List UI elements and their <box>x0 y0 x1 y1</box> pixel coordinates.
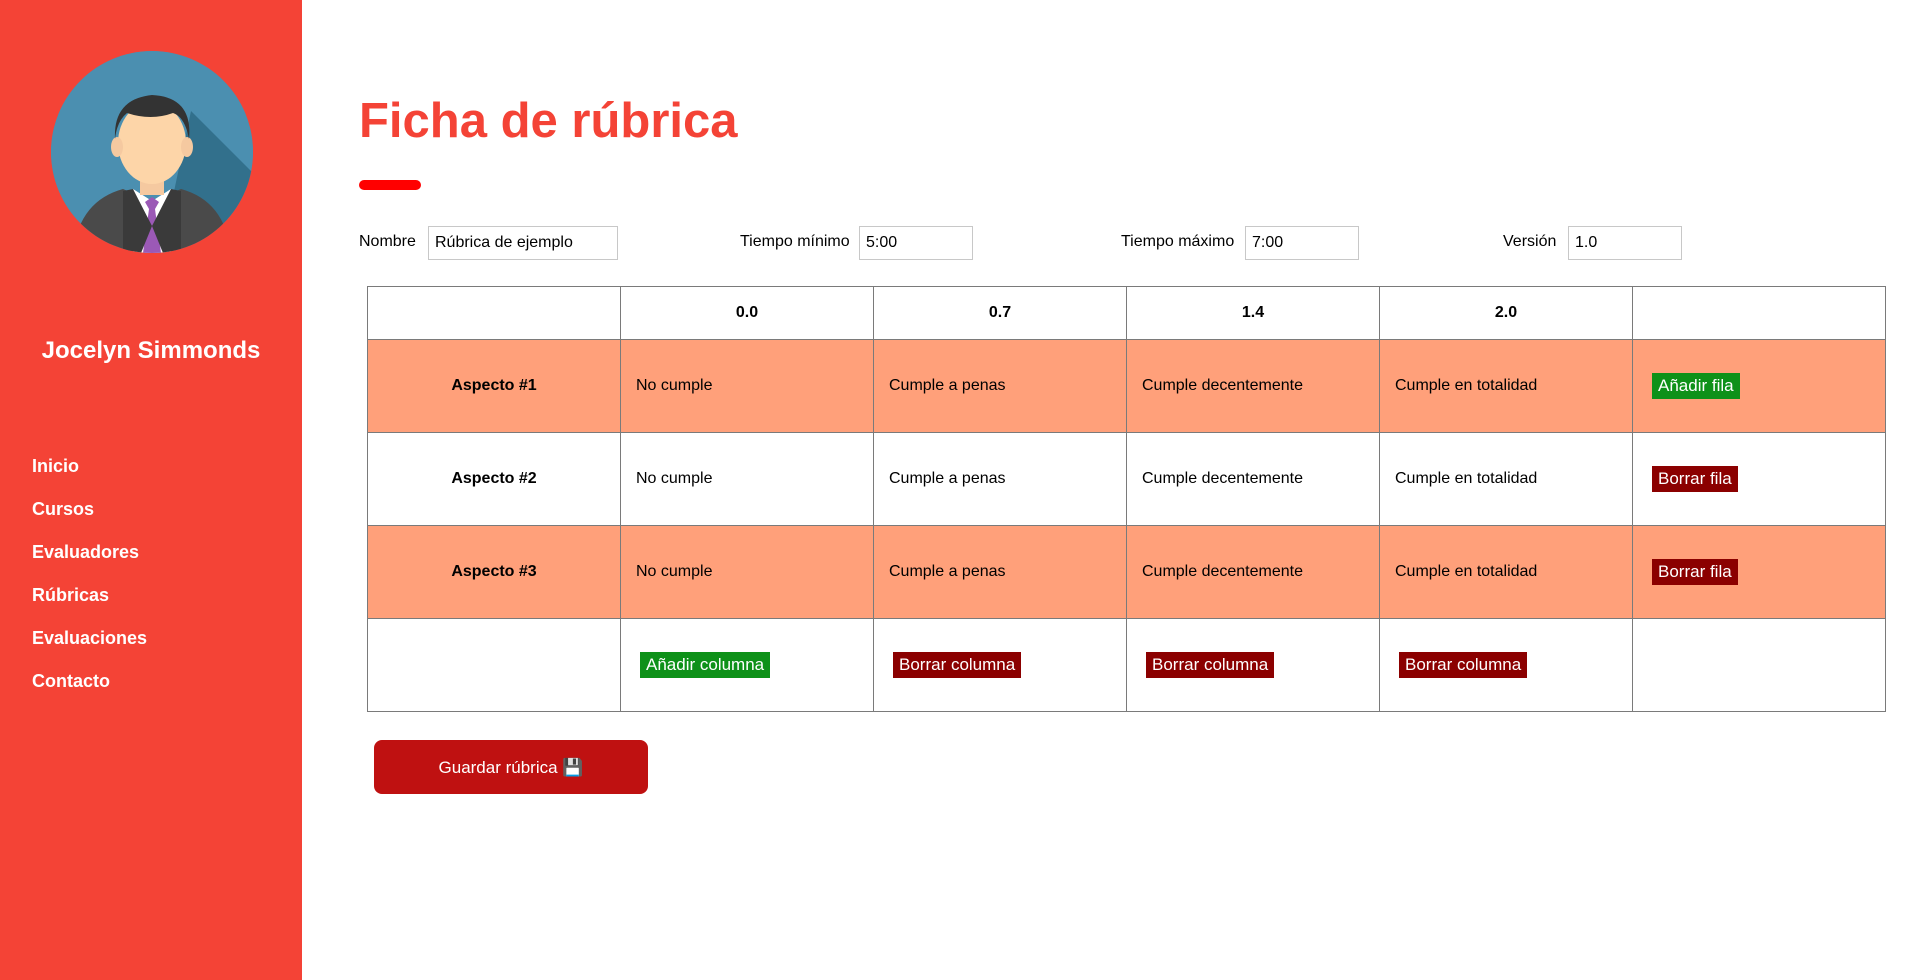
level-header[interactable]: 2.0 <box>1379 286 1633 340</box>
tiempo-maximo-label: Tiempo máximo <box>1121 233 1235 250</box>
title-underline <box>359 180 421 190</box>
criterion-cell[interactable]: Cumple en totalidad <box>1379 432 1633 526</box>
criterion-cell[interactable]: No cumple <box>620 339 874 433</box>
level-header[interactable]: 0.7 <box>873 286 1127 340</box>
header-empty-cell <box>367 286 621 340</box>
sidebar-nav: Inicio Cursos Evaluadores Rúbricas Evalu… <box>32 452 147 710</box>
tiempo-minimo-input[interactable] <box>859 226 973 260</box>
rubric-row: Aspecto #1 No cumple Cumple a penas Cump… <box>367 339 1886 433</box>
criterion-cell[interactable]: No cumple <box>620 432 874 526</box>
user-name: Jocelyn Simmonds <box>41 337 261 364</box>
aspect-cell[interactable]: Aspecto #2 <box>367 432 621 526</box>
column-action-cell: Borrar columna <box>1379 618 1633 712</box>
criterion-cell[interactable]: Cumple en totalidad <box>1379 339 1633 433</box>
footer-empty-cell <box>1632 618 1886 712</box>
rubric-row: Aspecto #3 No cumple Cumple a penas Cump… <box>367 525 1886 619</box>
nav-item-cursos[interactable]: Cursos <box>32 495 147 538</box>
businessman-avatar-icon <box>51 51 253 253</box>
rubric-table: 0.0 0.7 1.4 2.0 Aspecto #1 No cumple Cum… <box>367 286 1886 712</box>
save-rubric-button[interactable]: Guardar rúbrica 💾 <box>374 740 648 794</box>
criterion-cell[interactable]: Cumple decentemente <box>1126 525 1380 619</box>
footer-empty-cell <box>367 618 621 712</box>
nav-item-rubricas[interactable]: Rúbricas <box>32 581 147 624</box>
criterion-cell[interactable]: Cumple decentemente <box>1126 432 1380 526</box>
nav-item-inicio[interactable]: Inicio <box>32 452 147 495</box>
rubric-header-row: 0.0 0.7 1.4 2.0 <box>367 286 1886 340</box>
avatar <box>51 51 253 253</box>
delete-row-button[interactable]: Borrar fila <box>1652 466 1738 492</box>
criterion-cell[interactable]: Cumple en totalidad <box>1379 525 1633 619</box>
delete-column-button[interactable]: Borrar columna <box>1399 652 1528 678</box>
criterion-cell[interactable]: Cumple a penas <box>873 525 1127 619</box>
level-header[interactable]: 1.4 <box>1126 286 1380 340</box>
row-action-cell: Añadir fila <box>1632 339 1886 433</box>
header-empty-cell <box>1632 286 1886 340</box>
nav-item-evaluaciones[interactable]: Evaluaciones <box>32 624 147 667</box>
page-title: Ficha de rúbrica <box>359 94 738 148</box>
nombre-input[interactable] <box>428 226 618 260</box>
level-header[interactable]: 0.0 <box>620 286 874 340</box>
delete-row-button[interactable]: Borrar fila <box>1652 559 1738 585</box>
nav-item-evaluadores[interactable]: Evaluadores <box>32 538 147 581</box>
add-column-button[interactable]: Añadir columna <box>640 652 771 678</box>
version-label: Versión <box>1503 233 1557 250</box>
column-actions-row: Añadir columna Borrar columna Borrar col… <box>367 618 1886 712</box>
nombre-label: Nombre <box>359 233 416 250</box>
column-action-cell: Borrar columna <box>1126 618 1380 712</box>
delete-column-button[interactable]: Borrar columna <box>893 652 1022 678</box>
row-action-cell: Borrar fila <box>1632 432 1886 526</box>
tiempo-maximo-input[interactable] <box>1245 226 1359 260</box>
column-action-cell: Borrar columna <box>873 618 1127 712</box>
sidebar: Jocelyn Simmonds Inicio Cursos Evaluador… <box>0 0 302 980</box>
aspect-cell[interactable]: Aspecto #3 <box>367 525 621 619</box>
criterion-cell[interactable]: No cumple <box>620 525 874 619</box>
tiempo-minimo-label: Tiempo mínimo <box>740 233 850 250</box>
version-input[interactable] <box>1568 226 1682 260</box>
nav-item-contacto[interactable]: Contacto <box>32 667 147 710</box>
delete-column-button[interactable]: Borrar columna <box>1146 652 1275 678</box>
aspect-cell[interactable]: Aspecto #1 <box>367 339 621 433</box>
add-row-button[interactable]: Añadir fila <box>1652 373 1740 399</box>
rubric-row: Aspecto #2 No cumple Cumple a penas Cump… <box>367 432 1886 526</box>
criterion-cell[interactable]: Cumple a penas <box>873 432 1127 526</box>
criterion-cell[interactable]: Cumple decentemente <box>1126 339 1380 433</box>
column-action-cell: Añadir columna <box>620 618 874 712</box>
main-content: Ficha de rúbrica Nombre Tiempo mínimo Ti… <box>302 0 1920 980</box>
criterion-cell[interactable]: Cumple a penas <box>873 339 1127 433</box>
row-action-cell: Borrar fila <box>1632 525 1886 619</box>
